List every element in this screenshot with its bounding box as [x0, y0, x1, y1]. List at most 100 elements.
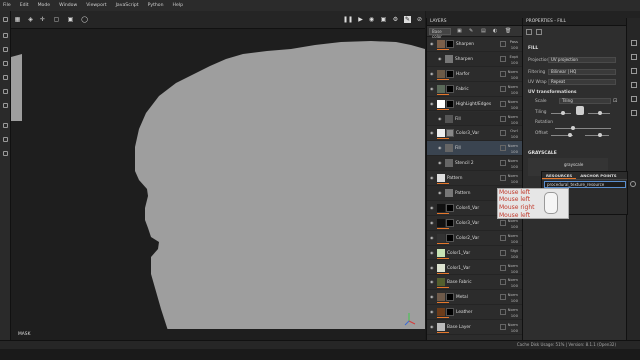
bake-tool-icon[interactable] [3, 123, 8, 128]
record-icon[interactable]: ◉ [368, 16, 375, 23]
layer-opacity[interactable]: 100 [511, 134, 518, 139]
layer-row[interactable]: ◉ Harfor Norm 100 [427, 67, 523, 82]
layer-blend-mode[interactable]: Norm [508, 69, 518, 74]
layer-opacity[interactable]: 100 [511, 60, 518, 65]
play-icon[interactable]: ▶ [357, 16, 364, 23]
log-icon[interactable] [631, 110, 637, 116]
layer-opacity[interactable]: 100 [511, 90, 518, 95]
layer-blend-mode[interactable]: Norm [508, 114, 518, 119]
layer-opacity[interactable]: 100 [511, 120, 518, 125]
add-mask-icon[interactable]: ◐ [493, 28, 497, 34]
lock-icon[interactable]: ⊡ [613, 98, 617, 104]
layer-checkbox[interactable] [500, 41, 506, 47]
layer-mask-thumbnail[interactable] [446, 308, 454, 317]
layer-blend-mode[interactable]: Norm [508, 292, 518, 297]
tab-anchor-points[interactable]: ANCHOR POINTS [576, 172, 620, 179]
visibility-eye-icon[interactable]: ◉ [438, 145, 442, 150]
projection-select[interactable]: UV projection [548, 57, 616, 63]
layer-blend-mode[interactable]: Norm [508, 277, 518, 282]
menu-item[interactable]: Help [173, 3, 183, 8]
history-icon[interactable] [631, 96, 637, 102]
layer-opacity[interactable]: 100 [511, 298, 518, 303]
visibility-eye-icon[interactable]: ◉ [430, 175, 434, 180]
layer-blend-mode[interactable]: Norm [508, 322, 518, 327]
layer-blend-mode[interactable]: Sfgt [510, 248, 518, 253]
layer-row[interactable]: ◉ Fill Norm 100 [427, 111, 523, 127]
eraser-tool-icon[interactable] [3, 33, 8, 38]
layer-opacity[interactable]: 100 [511, 179, 518, 184]
layer-opacity[interactable]: 100 [511, 328, 518, 333]
layer-opacity[interactable]: 100 [511, 105, 518, 110]
tab-resources[interactable]: RESOURCES [542, 172, 577, 179]
layer-row[interactable]: ◉ Sharpen Pass 100 [427, 37, 523, 52]
layer-row[interactable]: ◉ Base Layer Norm 100 [427, 320, 523, 335]
visibility-eye-icon[interactable]: ◉ [430, 235, 434, 240]
filtering-select[interactable]: Bilinear | HQ [548, 69, 616, 75]
visibility-eye-icon[interactable]: ◉ [430, 71, 434, 76]
layer-opacity[interactable]: 100 [511, 254, 518, 259]
visibility-eye-icon[interactable]: ◉ [430, 86, 434, 91]
display-settings-icon[interactable] [631, 54, 637, 60]
layer-opacity[interactable]: 100 [511, 239, 518, 244]
tiling-knob-v[interactable] [598, 111, 602, 115]
visibility-eye-icon[interactable]: ◉ [430, 41, 434, 46]
projection-tool-icon[interactable] [3, 47, 8, 52]
fill-icon[interactable] [526, 29, 532, 35]
layer-mask-thumbnail[interactable] [446, 293, 454, 302]
menu-item[interactable]: Mode [38, 3, 51, 8]
layer-checkbox[interactable] [500, 294, 506, 301]
offset-slider-v[interactable] [585, 135, 609, 136]
visibility-eye-icon[interactable]: ◉ [430, 294, 434, 299]
frame-icon[interactable]: ▢ [53, 16, 60, 23]
layer-blend-mode[interactable]: Expt [509, 54, 518, 59]
layer-checkbox[interactable] [500, 130, 506, 137]
layer-checkbox[interactable] [500, 85, 506, 92]
layer-mask-thumbnail[interactable] [446, 84, 454, 93]
layer-row[interactable]: ◉ Color1_Var Norm 100 [427, 261, 523, 276]
layer-blend-mode[interactable]: Norm [508, 84, 518, 89]
offset-knob-u[interactable] [568, 133, 572, 137]
view-icon[interactable]: ◈ [27, 16, 34, 23]
layer-opacity[interactable]: 100 [511, 283, 518, 288]
layer-checkbox[interactable] [500, 145, 506, 152]
rotation-slider[interactable] [555, 128, 611, 129]
layer-opacity[interactable]: 100 [511, 45, 518, 50]
screenshot-icon[interactable]: ▣ [380, 16, 387, 23]
lasso-icon[interactable]: ⊘ [416, 16, 423, 23]
pencil-icon[interactable]: ✎ [404, 16, 411, 23]
layer-blend-mode[interactable]: Norm [508, 99, 518, 104]
layer-row[interactable]: ◉ Fabric Norm 100 [427, 82, 523, 97]
layer-blend-mode[interactable]: Norm [508, 233, 518, 238]
layer-blend-mode[interactable]: Ovrl [510, 128, 518, 133]
delete-layer-icon[interactable]: 🗑 [505, 28, 511, 34]
layer-mask-thumbnail[interactable] [446, 218, 454, 227]
layer-row[interactable]: ◉ Color2_Var Norm 100 [427, 231, 523, 246]
3d-viewport[interactable] [11, 29, 425, 340]
menu-item[interactable]: JavaScript [116, 3, 139, 8]
layer-opacity[interactable]: 100 [511, 224, 518, 229]
visibility-eye-icon[interactable]: ◉ [430, 265, 434, 270]
visibility-eye-icon[interactable]: ◉ [438, 56, 442, 61]
grid-icon[interactable]: ▦ [14, 16, 21, 23]
resource-search-input[interactable]: procedural_texture_resource [544, 181, 626, 188]
layer-blend-mode[interactable]: Pass [510, 39, 518, 44]
menu-item[interactable]: Python [148, 3, 164, 8]
layer-checkbox[interactable] [500, 279, 506, 286]
rotation-knob[interactable] [571, 126, 575, 130]
layer-row[interactable]: ◉ Color3_Var Ovrl 100 [427, 126, 523, 142]
tiling-knob-u[interactable] [561, 111, 565, 115]
layer-opacity[interactable]: 100 [511, 269, 518, 274]
layer-checkbox[interactable] [500, 249, 506, 256]
layer-checkbox[interactable] [500, 70, 506, 77]
visibility-eye-icon[interactable]: ◉ [438, 116, 442, 121]
offset-knob-v[interactable] [598, 133, 602, 137]
material-icon[interactable] [536, 29, 542, 35]
menu-item[interactable]: File [3, 3, 11, 8]
layer-checkbox[interactable] [500, 115, 506, 122]
texture-set-icon[interactable] [631, 40, 637, 46]
layer-row[interactable]: ◉ Leather Norm 100 [427, 305, 523, 321]
layer-checkbox[interactable] [500, 324, 506, 331]
layer-checkbox[interactable] [500, 264, 506, 271]
polygon-fill-icon[interactable] [3, 137, 8, 142]
layer-row[interactable]: ◉ Pattern Norm 100 [427, 171, 523, 186]
